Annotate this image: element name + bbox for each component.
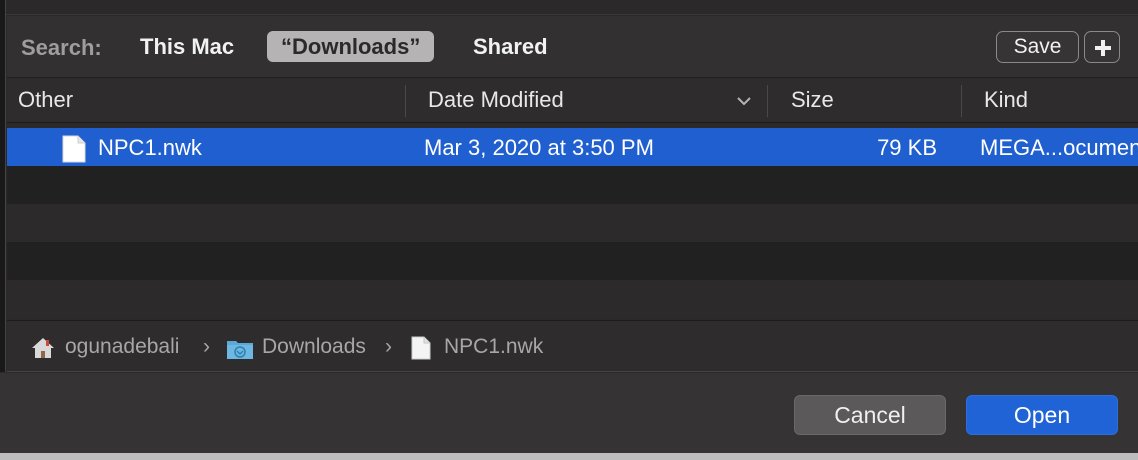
file-size: 79 KB [877, 135, 937, 160]
scope-downloads[interactable]: “Downloads” [267, 31, 435, 62]
column-header-date-modified[interactable]: Date Modified [428, 79, 564, 123]
scope-shared[interactable]: Shared [459, 31, 562, 62]
file-kind: MEGA...ocument [980, 135, 1138, 160]
column-divider[interactable] [767, 85, 768, 117]
dialog-footer: Cancel Open [0, 373, 1138, 453]
save-search-button[interactable]: Save [996, 31, 1079, 63]
column-header-kind[interactable]: Kind [984, 79, 1028, 123]
empty-row [7, 242, 1138, 280]
document-icon [411, 336, 431, 365]
file-date-modified: Mar 3, 2020 at 3:50 PM [424, 135, 654, 160]
path-item-home[interactable]: ogunadebali [65, 333, 179, 361]
file-list: NPC1.nwk Mar 3, 2020 at 3:50 PM 79 KB ME… [7, 124, 1138, 319]
column-header-size[interactable]: Size [791, 79, 834, 123]
path-item-file[interactable]: NPC1.nwk [444, 333, 543, 361]
column-header-row: Other Date Modified Size Kind [7, 79, 1138, 123]
search-label: Search: [21, 35, 102, 60]
search-scope-bar: Search: This Mac “Downloads” Shared Save [7, 16, 1138, 78]
plus-icon [1095, 40, 1111, 56]
empty-row [7, 280, 1138, 318]
home-icon [31, 337, 55, 364]
column-divider[interactable] [405, 85, 406, 117]
path-item-downloads[interactable]: Downloads [262, 333, 366, 361]
sidebar-edge [0, 0, 6, 372]
add-criteria-button[interactable] [1084, 31, 1120, 63]
downloads-folder-icon [226, 338, 254, 365]
column-header-name[interactable]: Other [18, 79, 73, 123]
path-separator-icon: › [385, 335, 392, 358]
file-row-selected[interactable]: NPC1.nwk Mar 3, 2020 at 3:50 PM 79 KB ME… [7, 128, 1138, 166]
sort-descending-icon [737, 97, 751, 106]
empty-row [7, 204, 1138, 242]
path-bar: ogunadebali › Downloads › NPC1.nwk [7, 320, 1138, 372]
open-button[interactable]: Open [966, 395, 1118, 435]
column-divider[interactable] [961, 85, 962, 117]
window-top-edge [0, 0, 1138, 15]
file-name: NPC1.nwk [98, 135, 202, 160]
path-separator-icon: › [203, 335, 210, 358]
cancel-button[interactable]: Cancel [794, 395, 946, 435]
document-icon [62, 135, 86, 168]
scope-this-mac[interactable]: This Mac [126, 31, 248, 62]
window-bottom-edge [0, 453, 1138, 460]
empty-row [7, 166, 1138, 204]
